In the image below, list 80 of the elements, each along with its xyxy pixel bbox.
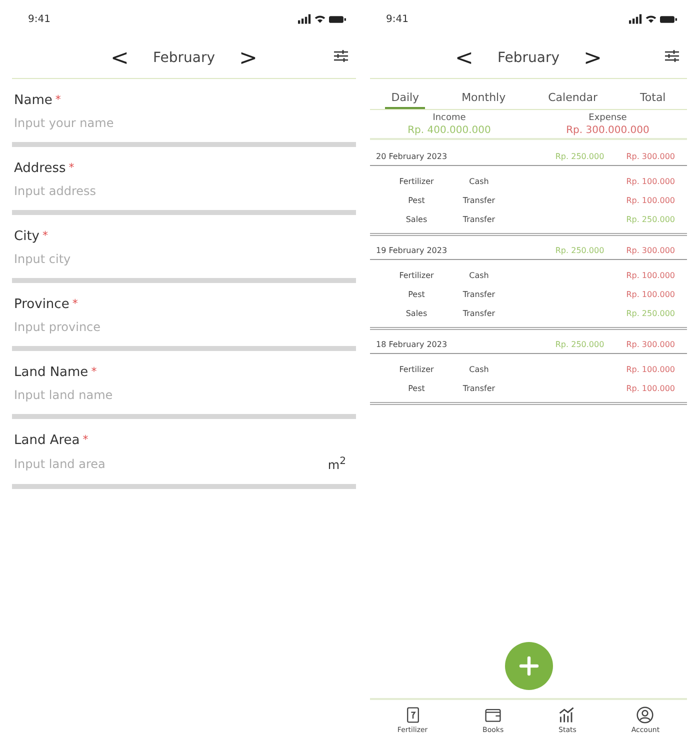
summary-amount: Rp. 400.000.000 [408, 125, 491, 136]
text-field[interactable]: Input your name [14, 116, 234, 130]
entry-account: Cash [468, 177, 490, 186]
entry-amount: Rp. 100.000 [626, 365, 675, 374]
day-expense: Rp. 300.000 [626, 246, 675, 255]
entry-amount: Rp. 100.000 [626, 177, 675, 186]
field-label: City [14, 229, 40, 244]
entry-category: Pest [407, 290, 426, 299]
field-label: Province [14, 297, 70, 312]
status-time: 9:41 [28, 14, 50, 24]
text-field[interactable]: Input land name [14, 388, 234, 402]
month-title: February [152, 50, 216, 66]
summary-amount: Rp. 300.000.000 [566, 125, 650, 136]
required-mark: * [68, 161, 74, 176]
entry-account: Transfer [462, 384, 496, 393]
wifi-icon [314, 14, 326, 24]
status-time: 9:41 [386, 14, 408, 24]
battery-icon [329, 14, 346, 24]
filter-icon[interactable] [334, 50, 348, 62]
unit-label: m$^{2}$ [328, 456, 346, 472]
field-label: Name [14, 93, 52, 108]
entry-category: Pest [407, 384, 426, 393]
signal-icon [629, 14, 642, 24]
user-icon [636, 706, 654, 724]
entry-category: Sales [404, 309, 428, 318]
day-date: 20 February 2023 [376, 152, 448, 161]
wallet-icon [484, 706, 502, 724]
entry-category: Sales [404, 215, 428, 224]
tab[interactable]: Calendar [542, 85, 604, 109]
month-title: February [497, 50, 560, 66]
plus-icon [518, 656, 538, 676]
entry-amount: Rp. 100.000 [626, 196, 675, 205]
day-date: 19 February 2023 [376, 246, 448, 255]
tab[interactable]: Daily [385, 85, 426, 109]
day-date: 18 February 2023 [376, 340, 448, 349]
entry-amount: Rp. 100.000 [626, 384, 675, 393]
day-income: Rp. 250.000 [555, 246, 604, 255]
required-mark: * [42, 229, 48, 244]
entry-account: Transfer [462, 215, 496, 224]
required-mark: * [72, 297, 78, 312]
day-income: Rp. 250.000 [555, 152, 604, 161]
entry-account: Transfer [462, 309, 496, 318]
entry-amount: Rp. 250.000 [626, 309, 675, 318]
summary-label: Income [432, 113, 466, 123]
day-income: Rp. 250.000 [555, 340, 604, 349]
tab[interactable]: Monthly [456, 85, 512, 109]
entry-account: Transfer [462, 290, 496, 299]
field-label: Land Area [14, 433, 80, 448]
required-mark: * [82, 433, 88, 448]
entry-amount: Rp. 100.000 [626, 290, 675, 299]
filter-icon[interactable] [665, 50, 679, 62]
chart-icon [558, 706, 576, 724]
text-field[interactable]: Input province [14, 320, 234, 334]
previous-month-button[interactable]: < [106, 46, 133, 70]
required-mark: * [55, 93, 61, 108]
entry-amount: Rp. 250.000 [626, 215, 675, 224]
field-label: Address [14, 161, 66, 176]
entry-category: Fertilizer [398, 271, 435, 280]
entry-category: Fertilizer [398, 177, 435, 186]
battery-icon [660, 14, 677, 24]
entry-account: Transfer [462, 196, 496, 205]
entry-account: Cash [468, 271, 490, 280]
day-expense: Rp. 300.000 [626, 340, 675, 349]
summary-label: Expense [588, 113, 627, 123]
entry-category: Pest [407, 196, 426, 205]
next-month-button[interactable]: > [235, 46, 262, 70]
day-expense: Rp. 300.000 [626, 152, 675, 161]
text-field[interactable]: Input city [14, 252, 234, 266]
field-label: Land Name [14, 365, 88, 380]
entry-account: Cash [468, 365, 490, 374]
text-field[interactable]: Input land area [14, 457, 234, 471]
required-mark: * [91, 365, 97, 380]
previous-month-button[interactable]: < [451, 46, 478, 70]
tab[interactable]: Total [634, 85, 672, 109]
next-month-button[interactable]: > [580, 46, 606, 70]
signal-icon [298, 14, 311, 24]
entry-category: Fertilizer [398, 365, 435, 374]
wifi-icon [645, 14, 657, 24]
entry-amount: Rp. 100.000 [626, 271, 675, 280]
text-field[interactable]: Input address [14, 184, 234, 198]
